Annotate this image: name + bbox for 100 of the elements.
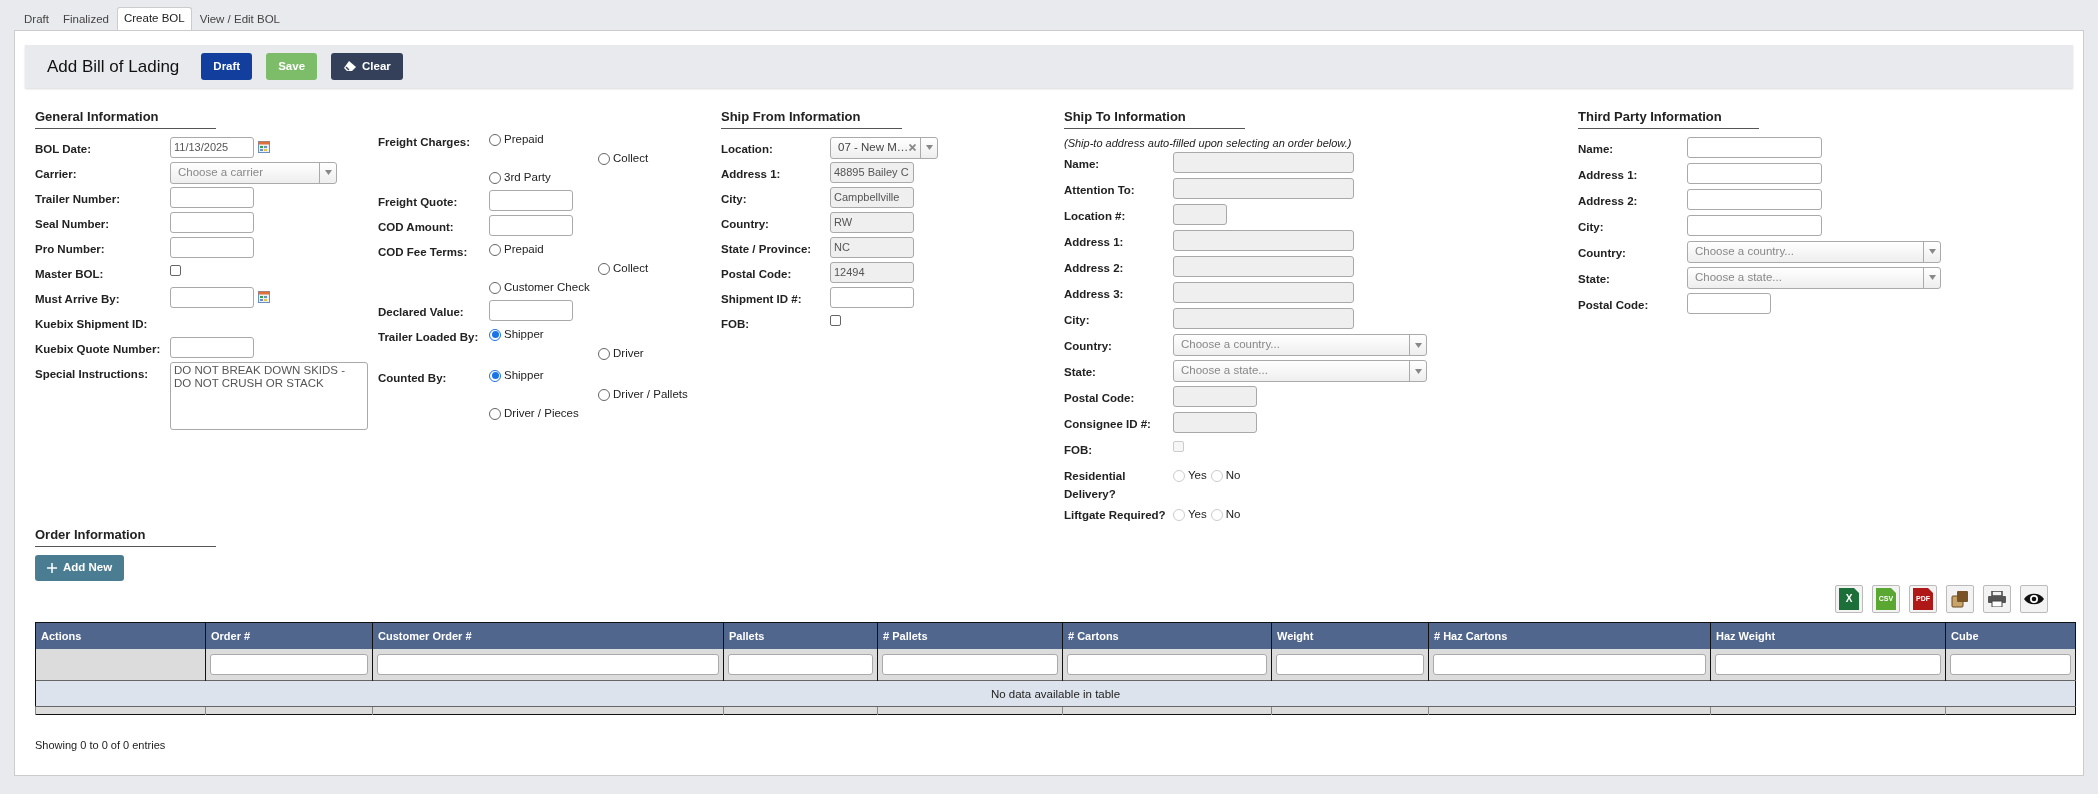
- field-label: Name:: [1578, 141, 1615, 157]
- calendar-icon[interactable]: [258, 140, 270, 153]
- filter-field[interactable]: [1276, 653, 1424, 675]
- field-label: Address 2:: [1578, 193, 1639, 209]
- text-field[interactable]: [489, 190, 573, 211]
- tab[interactable]: View / Edit BOL: [193, 10, 286, 30]
- radio-button[interactable]: [598, 152, 610, 165]
- text-field[interactable]: [170, 336, 254, 358]
- eraser-icon: [343, 61, 358, 72]
- field-label: Address 2:: [1064, 261, 1125, 276]
- section-heading: General Information: [35, 107, 216, 129]
- action-button[interactable]: Draft: [201, 53, 253, 80]
- tab[interactable]: Finalized: [56, 10, 115, 30]
- checkbox[interactable]: [170, 264, 181, 276]
- text-field[interactable]: [1687, 162, 1822, 184]
- text-field[interactable]: [489, 300, 573, 321]
- text-field[interactable]: [170, 236, 254, 258]
- caret-icon: [1928, 249, 1936, 254]
- radio-button[interactable]: [489, 243, 501, 256]
- checkbox[interactable]: [830, 314, 841, 326]
- field-label: Postal Code:: [721, 266, 793, 282]
- field-label: Location:: [721, 141, 774, 157]
- option-label: 3rd Party: [504, 169, 551, 185]
- filter-field[interactable]: [1950, 653, 2071, 675]
- dropdown[interactable]: Choose a state...: [1687, 266, 1941, 289]
- printer-button[interactable]: [1983, 584, 2011, 613]
- radio-button[interactable]: [489, 281, 501, 294]
- field-label: City:: [1064, 313, 1091, 328]
- add-new-button[interactable]: Add New: [35, 554, 125, 581]
- radio-button[interactable]: [489, 328, 501, 341]
- section-heading: Third Party Information: [1578, 107, 1759, 129]
- field-label: FOB:: [1064, 443, 1094, 458]
- caret-icon: [1414, 368, 1422, 374]
- field-label: Liftgate Required?: [1064, 508, 1167, 523]
- dropdown[interactable]: 07 - New M…: [830, 136, 938, 159]
- text-field[interactable]: [489, 215, 573, 236]
- text-area[interactable]: DO NOT BREAK DOWN SKIDS - DO NOT CRUSH OR STACK: [170, 361, 368, 430]
- field-label: Carrier:: [35, 166, 78, 182]
- tab[interactable]: Create BOL: [116, 7, 192, 30]
- field-label: Trailer Loaded By:: [378, 330, 480, 345]
- filter-field[interactable]: [210, 653, 368, 675]
- filter-field[interactable]: [882, 653, 1058, 675]
- field-label: Special Instructions:: [35, 366, 150, 382]
- radio-button[interactable]: [489, 133, 501, 146]
- option-label: Customer Check: [504, 279, 590, 295]
- field-label: Postal Code:: [1578, 297, 1650, 313]
- text-field[interactable]: [170, 286, 254, 308]
- option-label: Driver / Pallets: [613, 386, 688, 402]
- filter-field[interactable]: [728, 653, 873, 675]
- text-field[interactable]: [1687, 136, 1822, 158]
- dropdown[interactable]: Choose a carrier: [170, 161, 337, 184]
- field-label: COD Fee Terms:: [378, 245, 469, 260]
- text-field[interactable]: [830, 286, 914, 308]
- caret-icon: [1414, 342, 1422, 348]
- field-label: Address 1:: [721, 166, 782, 182]
- entries-info: Showing 0 to 0 of 0 entries: [35, 737, 167, 753]
- radio-button[interactable]: [489, 171, 501, 184]
- eye-button[interactable]: [2020, 584, 2048, 613]
- file-icon: [1839, 587, 1859, 610]
- clear-icon[interactable]: [909, 144, 916, 151]
- filter-field[interactable]: [1067, 653, 1267, 675]
- radio-button[interactable]: [489, 369, 501, 382]
- field-label: Pro Number:: [35, 241, 106, 257]
- filter-field[interactable]: [1433, 653, 1706, 675]
- spreadsheet-button[interactable]: X: [1835, 584, 1863, 613]
- radio-button[interactable]: [598, 347, 610, 360]
- text-field[interactable]: [1687, 292, 1771, 314]
- text-field[interactable]: [170, 186, 254, 208]
- copy-button[interactable]: [1946, 584, 1974, 613]
- option-label: Collect: [613, 260, 649, 276]
- tab[interactable]: Draft: [18, 10, 55, 30]
- dropdown[interactable]: Choose a country...: [1173, 334, 1427, 356]
- page-title: Add Bill of Lading: [47, 55, 180, 78]
- field-label: Location #:: [1064, 209, 1127, 224]
- text-field[interactable]: [170, 211, 254, 233]
- field-label: Attention To:: [1064, 183, 1136, 198]
- field-label: Kuebix Shipment ID:: [35, 316, 149, 332]
- option-label: No: [1225, 468, 1241, 483]
- field-label: Counted By:: [378, 371, 448, 386]
- dropdown[interactable]: Choose a state...: [1173, 360, 1427, 382]
- filter-field[interactable]: [1715, 653, 1941, 675]
- radio-button[interactable]: [489, 407, 501, 420]
- text-field[interactable]: [1687, 214, 1822, 236]
- field-label: Country:: [1578, 245, 1627, 261]
- option-label: Yes: [1188, 507, 1207, 522]
- field-label: State:: [1064, 365, 1097, 380]
- eye-icon: [2024, 591, 2044, 606]
- text-field[interactable]: [1687, 188, 1822, 210]
- filter-field[interactable]: [377, 653, 719, 675]
- plus-icon: [47, 562, 57, 573]
- radio-button[interactable]: [598, 388, 610, 401]
- field-label: Seal Number:: [35, 216, 111, 232]
- caret-icon: [324, 170, 332, 175]
- dropdown[interactable]: Choose a country...: [1687, 240, 1941, 263]
- option-label: Shipper: [504, 367, 544, 383]
- action-button[interactable]: Clear: [331, 53, 403, 80]
- radio-button[interactable]: [598, 262, 610, 275]
- note-text: (Ship-to address auto-filled upon selecting an order below.): [1064, 135, 1353, 151]
- calendar-icon[interactable]: [258, 290, 270, 303]
- text-field[interactable]: 11/13/2025: [170, 136, 254, 158]
